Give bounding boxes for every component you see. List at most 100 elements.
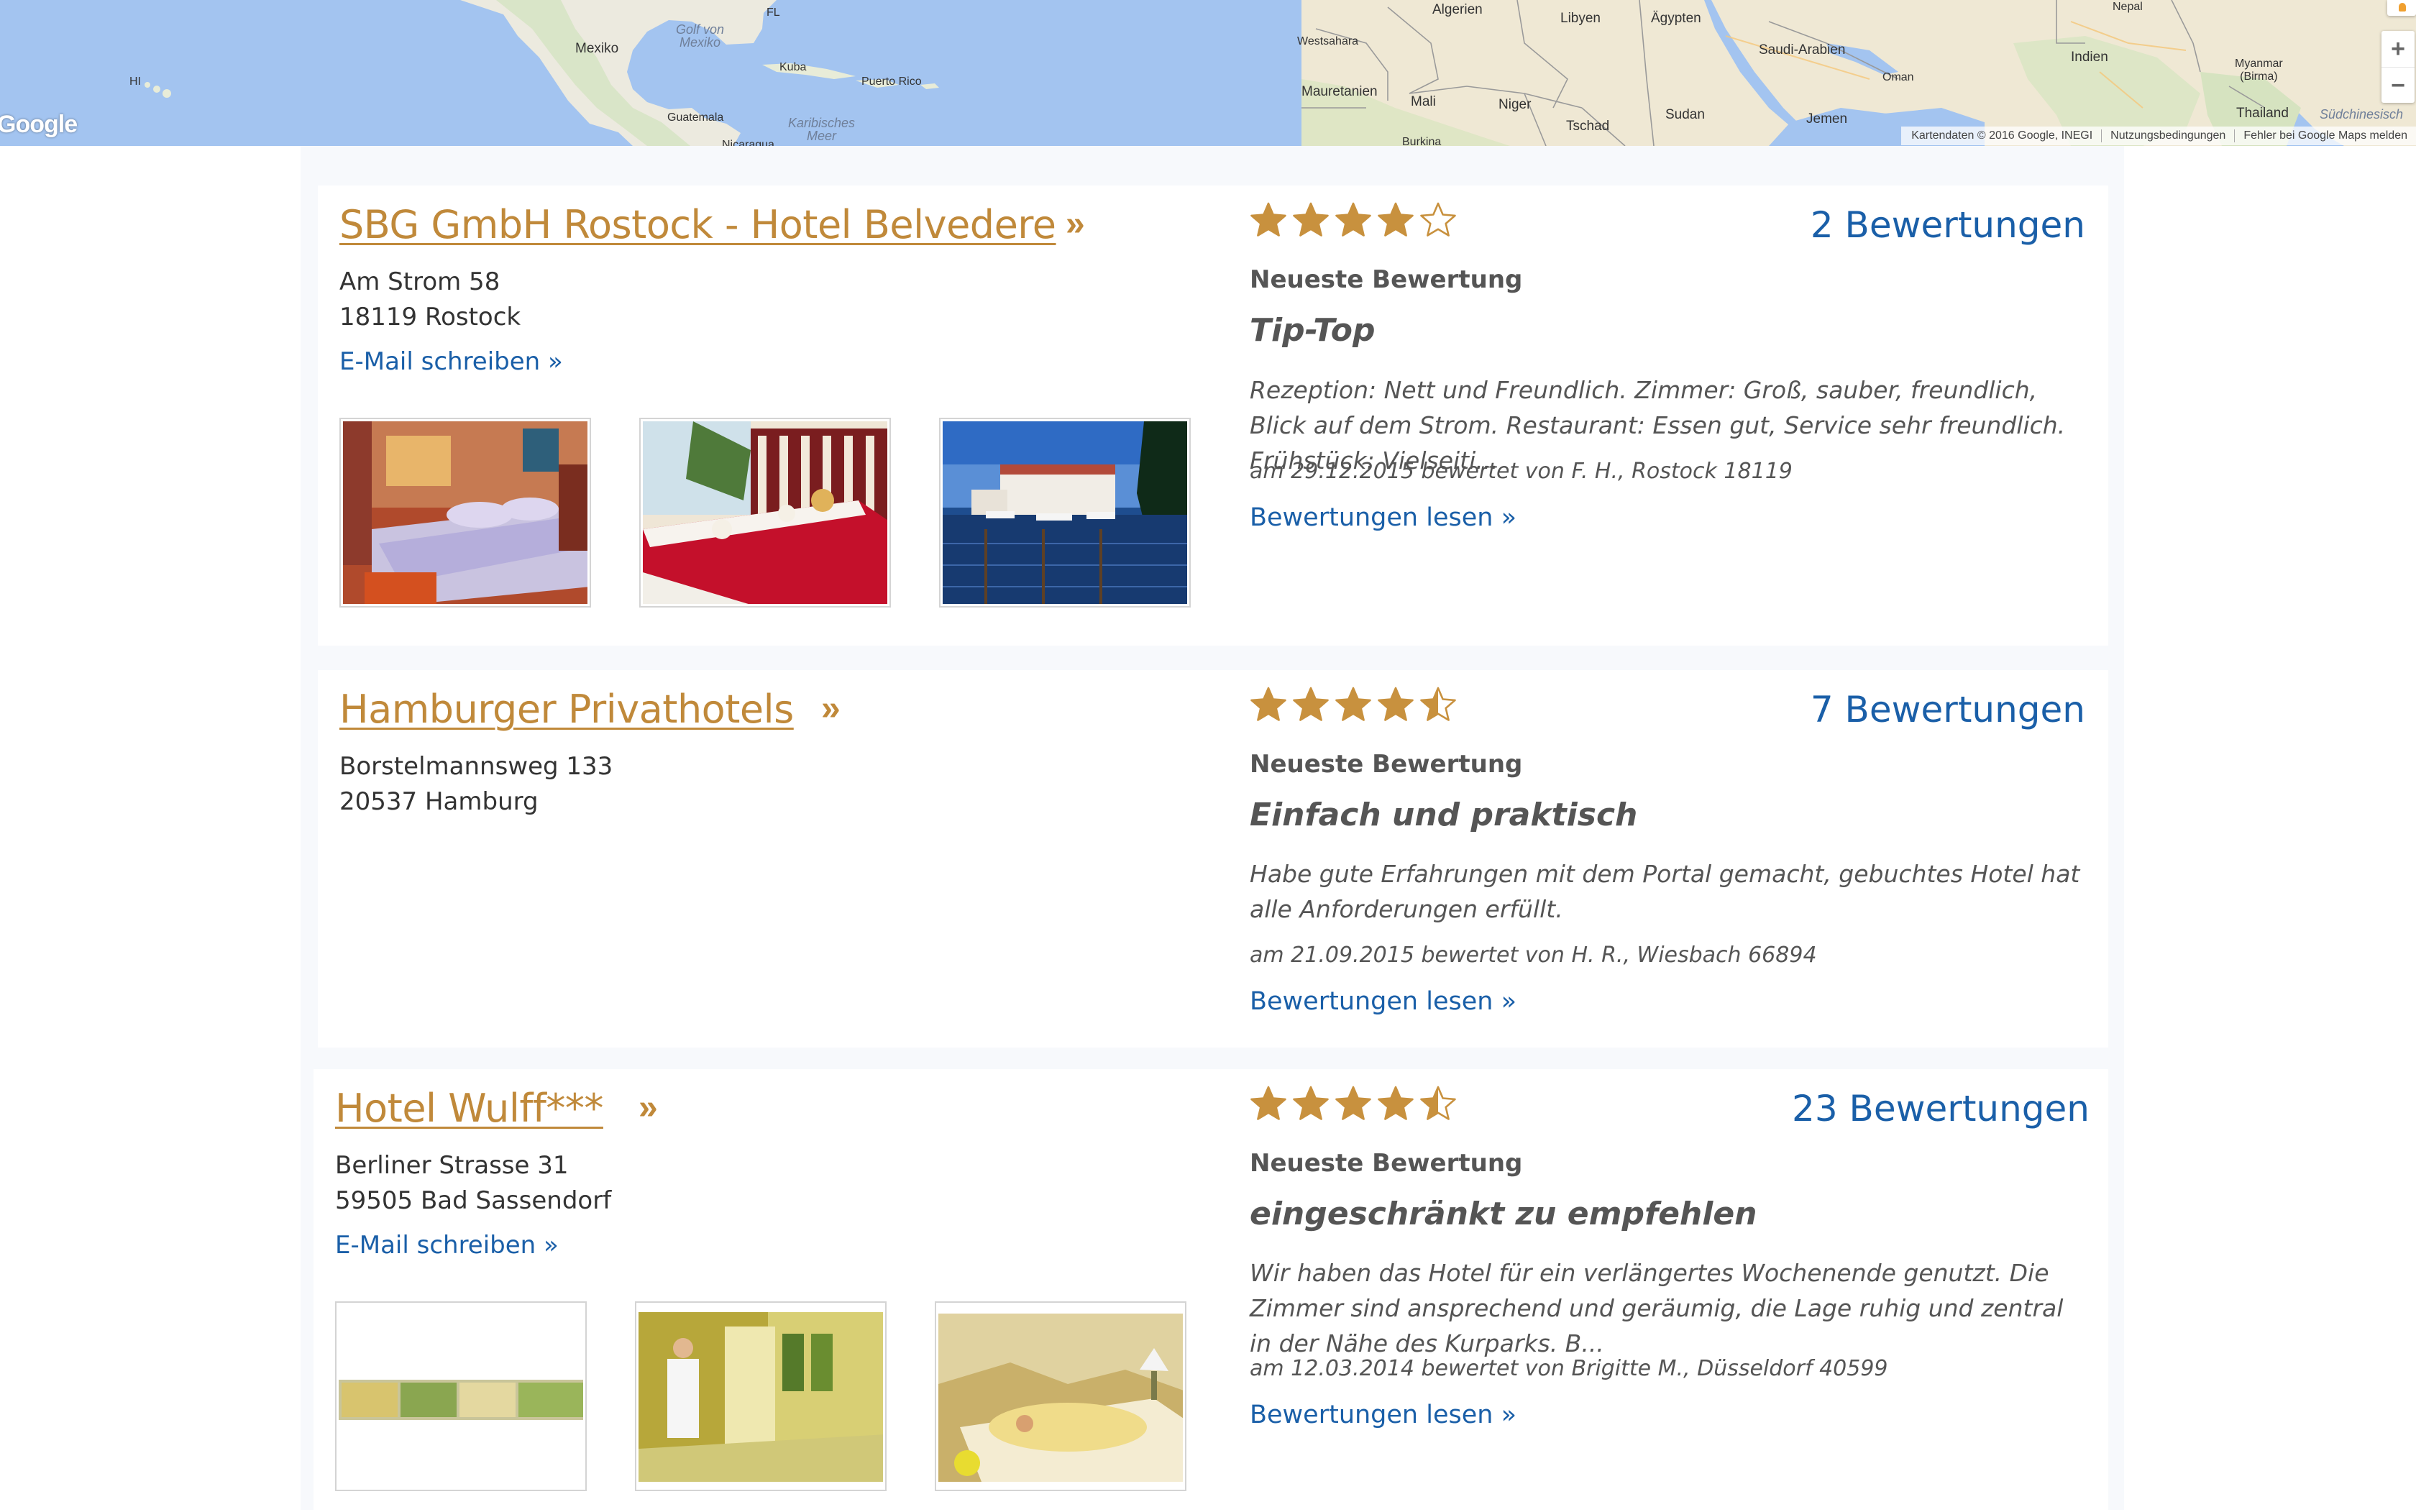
zoom-in-button[interactable]: + [2381,31,2415,67]
map-data-credit: Kartendaten © 2016 Google, INEGI [1911,129,2093,142]
hotel-title-arrow[interactable]: » [821,692,841,726]
review-meta: am 29.12.2015 bewertet von F. H., Rostoc… [1250,459,1793,484]
review-text: Wir haben das Hotel für ein verlängertes… [1250,1259,2064,1357]
zoom-out-button[interactable]: − [2381,67,2415,104]
map-label-hi: HI [129,75,141,88]
hotel-card-rating: 7 Bewertungen Neueste Bewertung Einfach … [1224,670,2108,1048]
hotel-photo-collage [339,1305,583,1488]
hotel-address: Berliner Strasse 31 59505 Bad Sassendorf [335,1148,611,1219]
map-label-saudi: Saudi-Arabien [1759,42,1846,58]
hotel-photo-bath [938,1305,1183,1488]
map-label-libyen: Libyen [1560,11,1601,26]
hotel-title-link[interactable]: Hotel Wulff*** [335,1089,603,1128]
map-zoom-control: + − [2381,31,2415,103]
star-full-icon [1293,202,1329,237]
star-full-icon [1250,687,1286,721]
hotel-photo[interactable] [935,1301,1186,1491]
read-reviews-link[interactable]: Bewertungen lesen » [1250,1403,1516,1428]
star-half-icon [1420,687,1456,721]
email-link[interactable]: E-Mail schreiben » [339,349,563,374]
map-label-mauretanien: Mauretanien [1301,84,1378,99]
rating-stars [1250,686,1457,723]
star-full-icon [1250,1086,1286,1120]
star-full-icon [1293,1086,1329,1120]
map-label-sudan: Sudan [1665,107,1705,122]
map[interactable]: Algerien Libyen Ägypten Nepal Westsahara… [0,0,2416,146]
review-count-link[interactable]: 2 Bewertungen [1811,207,2085,243]
hotel-card-rating: 23 Bewertungen Neueste Bewertung eingesc… [1224,1069,2108,1512]
hotel-title-link[interactable]: SBG GmbH Rostock - Hotel Belvedere [339,206,1056,244]
read-reviews-link[interactable]: Bewertungen lesen » [1250,989,1516,1014]
hotel-street: Berliner Strasse 31 [335,1151,569,1180]
map-label-burkina: Burkina [1402,136,1442,147]
hotel-street: Borstelmannsweg 133 [339,752,613,781]
email-link[interactable]: E-Mail schreiben » [335,1233,559,1257]
hotel-address: Am Strom 58 18119 Rostock [339,265,521,335]
review-meta: am 12.03.2014 bewertet von Brigitte M., … [1250,1356,1888,1381]
map-label-jemen: Jemen [1806,111,1848,127]
hotel-city: 20537 Hamburg [339,787,539,816]
hotel-card-info: Hotel Wulff*** » Berliner Strasse 31 595… [314,1069,1224,1512]
map-label-fl: FL [767,6,780,19]
star-full-icon [1335,687,1371,721]
map-label-algerien: Algerien [1432,2,1483,17]
star-full-icon [1335,202,1371,237]
map-label-thailand: Thailand [2236,106,2289,121]
rating-stars [1250,1085,1457,1122]
map-label-niger: Niger [1498,97,1532,112]
hotel-address: Borstelmannsweg 133 20537 Hamburg [339,749,613,820]
map-label-myanmar: Myanmar (Birma) [2235,58,2283,83]
hotel-photo[interactable] [339,418,591,608]
map-label-nepal: Nepal [2113,1,2143,13]
hotel-photo-room [343,421,587,604]
read-reviews-link[interactable]: Bewertungen lesen » [1250,505,1516,531]
map-label-indien: Indien [2071,50,2108,65]
map-terms-link[interactable]: Nutzungsbedingungen [2101,129,2234,142]
map-attribution: Kartendaten © 2016 Google, INEGI Nutzung… [1901,127,2416,145]
hotel-card-info: Hamburger Privathotels » Borstelmannsweg… [318,670,1224,1048]
map-label-tschad: Tschad [1566,119,1610,134]
rating-stars [1250,201,1457,239]
map-label-karibisches-meer: Karibisches Meer [788,116,856,143]
hotel-title-arrow[interactable]: » [1066,207,1085,242]
hotel-photo[interactable] [635,1301,887,1491]
hotel-photo-harbour [943,421,1187,604]
star-half-icon [1420,1086,1456,1120]
review-title: Tip-Top [1250,312,1376,349]
map-report-link[interactable]: Fehler bei Google Maps melden [2234,129,2416,142]
map-label-westsahara: Westsahara [1297,35,1359,47]
street-view-pegman-icon[interactable] [2387,0,2416,16]
hotel-city: 18119 Rostock [339,303,521,331]
map-label-nicaragua: Nicaragua [722,139,774,147]
hotel-list: SBG GmbH Rostock - Hotel Belvedere » Am … [301,146,2124,1512]
map-label-oman: Oman [1882,71,1914,83]
review-text: Habe gute Erfahrungen mit dem Portal gem… [1250,860,2080,923]
map-label-suedchinesisch: Südchinesisch [2320,107,2404,122]
review-title: Einfach und praktisch [1250,797,1638,833]
hotel-title-arrow[interactable]: » [639,1091,658,1125]
review-meta: am 21.09.2015 bewertet von H. R., Wiesba… [1250,943,1817,968]
hotel-card-info: SBG GmbH Rostock - Hotel Belvedere » Am … [318,185,1224,646]
map-label-guatemala: Guatemala [667,111,724,124]
hotel-photo[interactable] [639,418,891,608]
star-full-icon [1378,202,1414,237]
map-canvas [0,0,2416,146]
star-full-icon [1335,1086,1371,1120]
map-label-mexiko: Mexiko [575,41,619,56]
google-logo[interactable]: Google [0,111,78,139]
hotel-title-link[interactable]: Hamburger Privathotels [339,690,794,729]
review-title: eingeschränkt zu empfehlen [1250,1196,1757,1232]
star-full-icon [1250,202,1286,237]
review-count-link[interactable]: 7 Bewertungen [1811,692,2085,728]
hotel-street: Am Strom 58 [339,267,500,296]
hotel-photo[interactable] [335,1301,587,1491]
hotel-photo[interactable] [939,418,1191,608]
star-full-icon [1293,687,1329,721]
hotel-photo-restaurant [643,421,887,604]
map-label-puerto-rico: Puerto Rico [861,75,922,88]
map-label-golf-von-mexiko: Golf von Mexiko [676,22,725,50]
star-empty-icon [1420,202,1456,237]
review-count-link[interactable]: 23 Bewertungen [1792,1091,2090,1127]
star-full-icon [1378,687,1414,721]
latest-review-label: Neueste Bewertung [1250,750,1523,779]
